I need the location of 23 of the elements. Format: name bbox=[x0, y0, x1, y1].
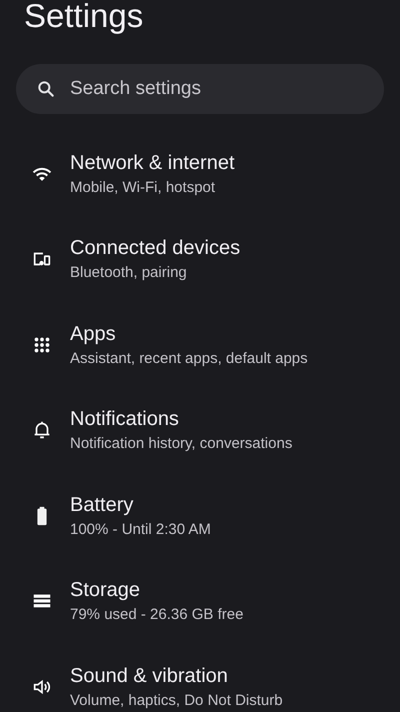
item-title: Storage bbox=[70, 578, 140, 604]
item-subtitle: Mobile, Wi-Fi, hotspot bbox=[70, 178, 216, 198]
item-title: Notifications bbox=[70, 407, 179, 432]
item-subtitle: 79% used - 26.36 GB free bbox=[70, 605, 244, 626]
settings-item[interactable]: Network & internet Mobile, Wi-Fi, hotspot bbox=[0, 131, 400, 216]
settings-item[interactable]: Apps Assistant, recent apps, default apps bbox=[0, 302, 400, 388]
settings-item[interactable]: Connected devices Bluetooth, pairing bbox=[0, 216, 400, 302]
item-subtitle: 100% - Until 2:30 AM bbox=[70, 520, 211, 540]
item-title: Network & internet bbox=[70, 150, 235, 176]
item-subtitle: Volume, haptics, Do Not Disturb bbox=[70, 690, 283, 711]
page-title: Settings bbox=[24, 0, 144, 34]
item-title: Battery bbox=[70, 492, 134, 518]
settings-item[interactable]: Storage 79% used - 26.36 GB free bbox=[0, 558, 400, 644]
item-subtitle: Assistant, recent apps, default apps bbox=[70, 348, 308, 369]
item-title: Sound & vibration bbox=[70, 664, 228, 689]
settings-item[interactable]: Sound & vibration Volume, haptics, Do Not Disturb bbox=[0, 644, 400, 712]
item-subtitle: Bluetooth, pairing bbox=[70, 263, 187, 284]
settings-item[interactable]: Battery 100% - Until 2:30 AM bbox=[0, 473, 400, 558]
item-subtitle: Notification history, conversations bbox=[70, 434, 292, 454]
item-title: Connected devices bbox=[70, 236, 240, 262]
settings-item[interactable]: Notifications Notification history, conversations bbox=[0, 388, 400, 473]
item-title: Apps bbox=[70, 322, 116, 347]
search-field[interactable]: Search settings bbox=[16, 64, 384, 114]
